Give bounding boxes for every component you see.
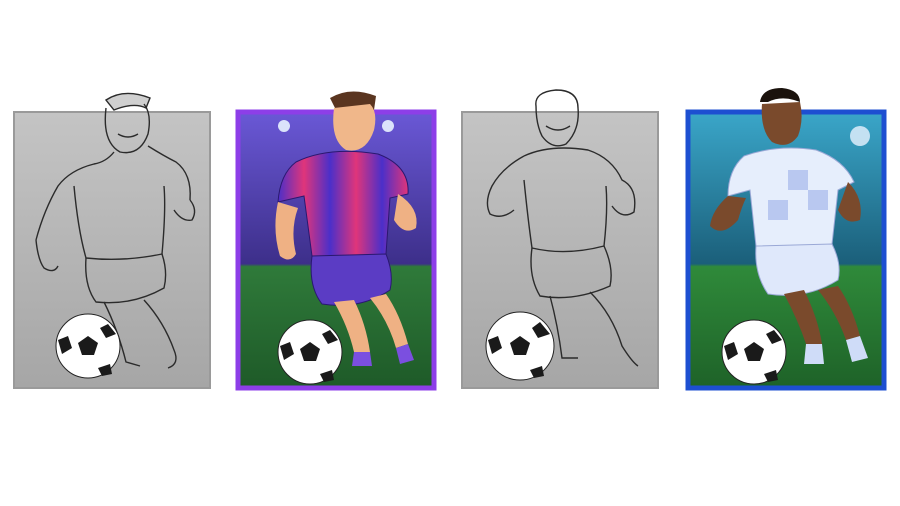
soccer-ball-icon: [55, 313, 121, 379]
colored-illustration: [685, 88, 887, 391]
sketch-illustration: [461, 89, 659, 389]
colored-illustration: [235, 91, 437, 391]
stadium-lights: [850, 126, 870, 146]
colored-card-player-2[interactable]: [685, 88, 887, 391]
sketch-illustration: [13, 92, 211, 389]
sketch-card-player-1[interactable]: [13, 92, 211, 389]
soccer-ball-icon: [721, 319, 787, 385]
sketch-card-player-2[interactable]: [461, 89, 659, 389]
soccer-ball-icon: [485, 311, 555, 381]
soccer-ball-icon: [277, 319, 343, 385]
colored-card-player-1[interactable]: [235, 91, 437, 391]
